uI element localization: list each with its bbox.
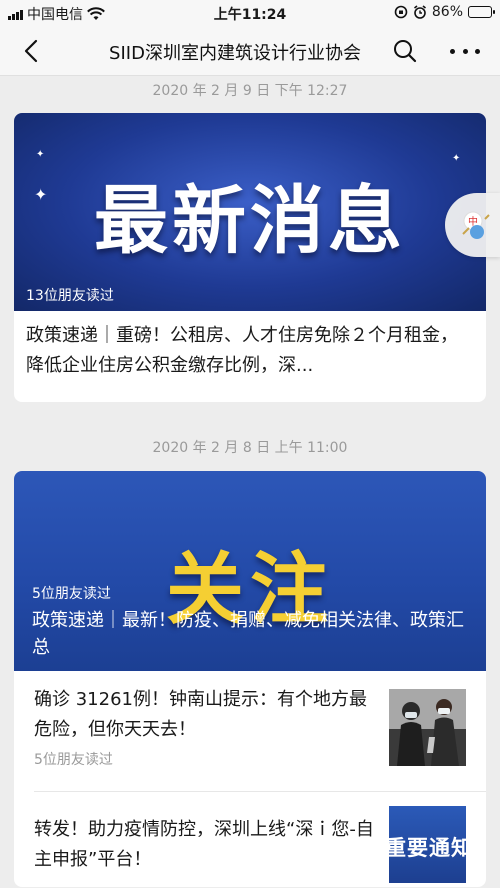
dot-icon: [462, 48, 468, 54]
article-thumbnail[interactable]: 重要通知: [389, 806, 466, 883]
chevron-left-icon: [24, 39, 38, 63]
banner-title: 最新消息: [94, 178, 406, 264]
article-headline[interactable]: 政策速递｜重磅！公租房、人才住房免除２个月租金，降低企业住房公积金缴存比例，深.…: [26, 321, 470, 381]
dot-icon: [475, 48, 480, 54]
friends-read-count: 5位朋友读过: [34, 752, 113, 768]
article-title[interactable]: 确诊 31261例！钟南山提示：有个地方最危险，但你天天去！: [34, 685, 384, 745]
status-right: 86%: [394, 4, 495, 20]
article-card[interactable]: ✦ ✦ ✦ 最新消息 13位朋友读过 政策速递｜重磅！公租房、人才住房免除２个月…: [14, 113, 486, 402]
article-title[interactable]: 转发！助力疫情防控，深圳上线“深ｉ您-自主申报”平台！: [34, 815, 384, 875]
message-timestamp: 2020 年 2 月 9 日 下午 12:27: [152, 83, 348, 99]
dot-icon: [450, 48, 455, 54]
back-button[interactable]: [16, 36, 46, 66]
message-timestamp: 2020 年 2 月 8 日 上午 11:00: [152, 440, 348, 456]
floating-window-button[interactable]: 中: [445, 193, 500, 257]
friends-read-count: 5位朋友读过: [32, 586, 111, 602]
sparkle-icon: ✦: [36, 149, 45, 160]
search-button[interactable]: [392, 38, 418, 64]
page-title: SIID深圳室内建筑设计行业协会: [109, 43, 361, 64]
nav-bar: SIID深圳室内建筑设计行业协会: [0, 26, 500, 76]
friends-read-count: 13位朋友读过: [26, 288, 114, 304]
article-card[interactable]: 关注 5位朋友读过 政策速递｜最新！防疫、捐赠、减免相关法律、政策汇总 确诊 3…: [14, 471, 486, 887]
status-bar: 中国电信 上午11:24 86%: [0, 0, 500, 26]
article-thumbnail[interactable]: [389, 689, 466, 766]
article-banner[interactable]: 关注 5位朋友读过 政策速递｜最新！防疫、捐赠、减免相关法律、政策汇总: [14, 471, 486, 671]
article-banner[interactable]: ✦ ✦ ✦ 最新消息 13位朋友读过: [14, 113, 486, 311]
alarm-icon: [413, 5, 426, 19]
more-button[interactable]: [450, 38, 480, 64]
search-icon: [394, 40, 417, 63]
battery-icon: [468, 6, 495, 18]
floating-article-icon: 中: [462, 211, 490, 239]
list-item[interactable]: 转发！助力疫情防控，深圳上线“深ｉ您-自主申报”平台！ 重要通知: [14, 792, 486, 887]
orientation-lock-icon: [394, 5, 408, 19]
article-headline[interactable]: 政策速递｜最新！防疫、捐赠、减免相关法律、政策汇总: [32, 607, 470, 661]
thumbnail-text: 重要通知: [389, 836, 466, 860]
list-item[interactable]: 确诊 31261例！钟南山提示：有个地方最危险，但你天天去！ 5位朋友读过: [14, 671, 486, 791]
battery-percent: 86%: [431, 4, 463, 20]
people-in-masks-image: [389, 689, 466, 766]
